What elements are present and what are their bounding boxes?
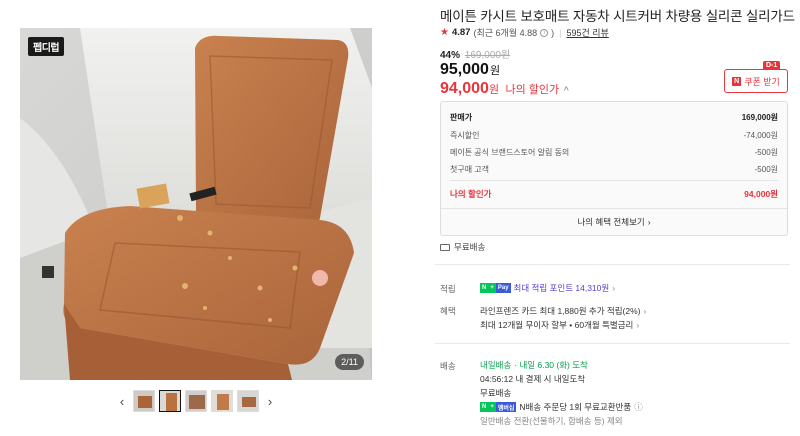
delivery-label: 배송 [440, 361, 456, 371]
breakdown-row: 즉시할인 -74,000원 [450, 130, 778, 141]
review-count-link[interactable]: 595건 리뷰 [566, 26, 608, 39]
thumbnail-next-arrow[interactable]: › [263, 394, 277, 409]
breakdown-label: 첫구매 고객 [450, 165, 490, 174]
sale-price: 95,000원 [440, 61, 500, 79]
truck-icon [440, 243, 450, 251]
breakdown-label: 판매가 [450, 113, 473, 122]
breakdown-row: 판매가 169,000원 [450, 112, 778, 123]
chevron-up-icon: ^ [563, 85, 569, 95]
my-price-label: 나의 할인가 [505, 84, 560, 96]
view-all-benefits-button[interactable]: 나의 혜택 전체보기 › [441, 208, 787, 235]
chevron-right-icon: › [636, 320, 640, 330]
coupon-button[interactable]: N 쿠폰 받기 [724, 69, 788, 93]
discount-line: 44% 169,000원 [440, 46, 510, 61]
chevron-right-icon: › [612, 283, 616, 293]
thumbnail-2[interactable] [159, 390, 181, 412]
thumbnail-prev-arrow[interactable]: ‹ [115, 394, 129, 409]
delivery-cutoff: 04:56:12 내 결제 시 내일도착 [480, 374, 586, 384]
points-text: 최대 적립 포인트 14,310원 [513, 283, 610, 293]
rating-recent: (최근 6개월 4.88 [473, 28, 538, 38]
benefit-installment-text: 최대 12개월 무이자 할부 • 60개월 특별금리 [480, 320, 634, 330]
info-icon[interactable]: i [540, 28, 549, 37]
breakdown-value: -74,000원 [743, 131, 779, 140]
breakdown-value: 94,000원 [744, 189, 778, 199]
naverpay-badge: N + Pay [480, 283, 511, 293]
my-price-unit: 원 [488, 84, 500, 96]
breakdown-label: 메이튼 공식 브랜드스토어 알림 동의 [450, 148, 570, 157]
original-price: 169,000원 [464, 50, 511, 61]
benefit-card-row[interactable]: 라인프렌즈 카드 최대 1,880원 추가 적립(2%) › [480, 305, 646, 317]
breakdown-label: 나의 할인가 [450, 189, 492, 199]
my-price-value: 94,000 [440, 80, 489, 97]
rating-recent-close: ) [551, 27, 555, 38]
naver-n-icon: N [732, 76, 742, 86]
divider [450, 180, 778, 181]
tomorrow-delivery-badge: 내일배송 [480, 360, 512, 370]
thumbnail-strip: ‹ › [115, 389, 277, 413]
divider: | [559, 27, 562, 38]
breakdown-value: 169,000원 [741, 113, 778, 122]
rating-row: ★ 4.87 (최근 6개월 4.88 i) | 595건 리뷰 [440, 26, 609, 39]
benefit-installment-row[interactable]: 최대 12개월 무이자 할부 • 60개월 특별금리 › [480, 319, 639, 331]
sale-price-unit: 원 [489, 65, 501, 77]
free-return-text: N배송 주문당 1회 무료교환반품 [519, 402, 632, 412]
discount-percent: 44% [440, 50, 461, 61]
breakdown-row: 메이튼 공식 브랜드스토어 알림 동의 -500원 [450, 147, 778, 158]
star-icon: ★ [440, 27, 449, 38]
car-seat-mat-photo [20, 28, 372, 380]
delivery-free: 무료배송 [480, 388, 512, 398]
view-all-label: 나의 혜택 전체보기 [577, 217, 645, 227]
chevron-right-icon: › [647, 217, 651, 227]
breakdown-my-price-row: 나의 할인가 94,000원 [450, 188, 778, 200]
image-counter: 2/11 [335, 354, 364, 370]
breakdown-value: -500원 [754, 165, 778, 174]
thumbnail-4[interactable] [211, 390, 233, 412]
points-row[interactable]: N + Pay 최대 적립 포인트 14,310원 › [480, 282, 615, 294]
chevron-right-icon: › [643, 306, 647, 316]
thumbnail-1[interactable] [133, 390, 155, 412]
free-return-row: N + 멤버십 N배송 주문당 1회 무료교환반품 ⓘ [480, 401, 643, 413]
coupon-label: 쿠폰 받기 [744, 76, 780, 87]
points-label: 적립 [440, 284, 456, 294]
thumbnail-3[interactable] [185, 390, 207, 412]
brand-logo: 펩디럽 [28, 37, 65, 56]
breakdown-value: -500원 [754, 148, 778, 157]
divider [435, 343, 790, 344]
free-shipping-label: 무료배송 [454, 242, 486, 252]
price-breakdown-box: 판매가 169,000원 즉시할인 -74,000원 메이튼 공식 브랜드스토어… [440, 101, 788, 236]
benefit-card-text: 라인프렌즈 카드 최대 1,880원 추가 적립(2%) [480, 306, 641, 316]
normal-delivery-note: 일반배송 전환(선물하기, 합배송 등) 제외 [480, 416, 623, 426]
free-shipping-line: 무료배송 [440, 241, 485, 253]
product-title: 메이튼 카시트 보호매트 자동차 시트커버 차량용 실리콘 실리가드 [440, 9, 795, 24]
my-discount-price[interactable]: 94,000원 나의 할인가 ^ [440, 80, 569, 98]
sale-price-value: 95,000 [440, 61, 489, 78]
thumbnail-5[interactable] [237, 390, 259, 412]
tomorrow-delivery-text: · 내일 6.30 (화) 도착 [514, 360, 588, 370]
rating-score: 4.87 [451, 27, 471, 38]
tomorrow-delivery-row: 내일배송 · 내일 6.30 (화) 도착 [480, 359, 588, 371]
divider [435, 264, 790, 265]
breakdown-row: 첫구매 고객 -500원 [450, 164, 778, 175]
info-icon[interactable]: ⓘ [634, 401, 643, 413]
product-main-image[interactable]: 펩디럽 2/11 [20, 28, 372, 380]
membership-badge: N + 멤버십 [480, 402, 517, 412]
breakdown-label: 즉시할인 [450, 131, 480, 140]
benefits-label: 혜택 [440, 306, 456, 316]
